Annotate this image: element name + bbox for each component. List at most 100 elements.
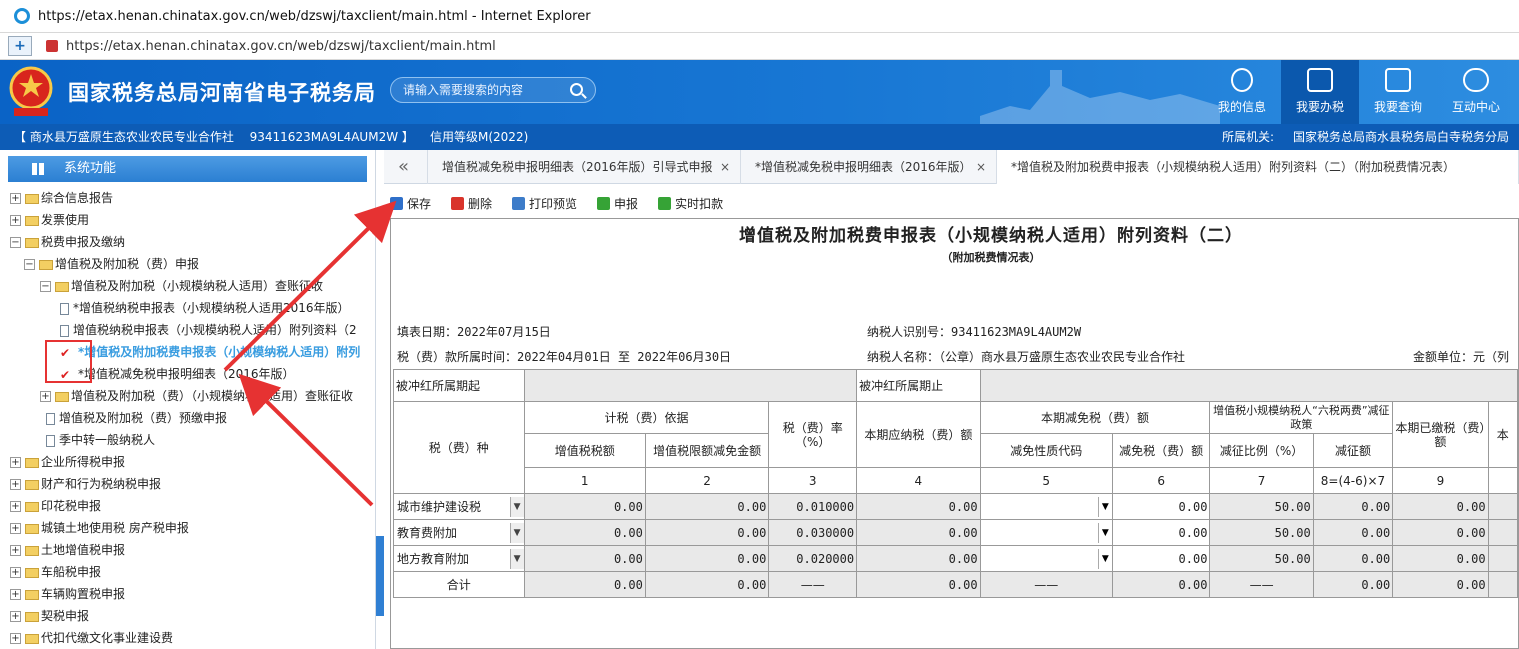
dropdown-arrow-icon[interactable]: ▼ xyxy=(1097,496,1112,517)
sidebar-item[interactable]: 增值税及附加税（费）预缴申报 xyxy=(0,407,375,429)
sidebar-item[interactable]: + 契税申报 xyxy=(0,605,375,627)
collapse-icon[interactable]: − xyxy=(24,259,35,270)
folder-icon xyxy=(25,611,39,622)
sidebar-item-label: 契税申报 xyxy=(41,609,90,623)
offset-end-value[interactable] xyxy=(979,369,1518,402)
sidebar-collapse-handle[interactable] xyxy=(376,536,384,616)
dropdown-arrow-icon[interactable]: ▼ xyxy=(1097,548,1112,569)
sidebar-item[interactable]: − 税费申报及缴纳 xyxy=(0,231,375,253)
reduction-code-select[interactable]: ▼ xyxy=(979,545,1113,572)
reduction-amount-input[interactable]: 0.00 xyxy=(1111,493,1211,520)
site-search-input[interactable]: 请输入需要搜索的内容 xyxy=(390,77,596,103)
tax-type-select[interactable]: 地方教育附加 ▼ xyxy=(393,545,525,572)
delete-button[interactable]: 删除 xyxy=(451,195,492,212)
sidebar-item[interactable]: + 代扣代缴文化事业建设费 xyxy=(0,627,375,649)
save-button[interactable]: 保存 xyxy=(390,195,431,212)
folder-icon xyxy=(25,567,39,578)
folder-icon xyxy=(25,479,39,490)
taxpayer-info-bar: 【 商水县万盛原生态农业农民专业合作社 93411623MA9L4AUM2W 】… xyxy=(0,124,1519,150)
sidebar-item-label: 车船税申报 xyxy=(41,565,102,579)
folder-icon xyxy=(55,391,69,402)
form-toolbar: 保存 删除 打印预览 申报 实时扣款 xyxy=(390,190,1519,216)
sidebar-item[interactable]: + 车船税申报 xyxy=(0,561,375,583)
nav-interaction[interactable]: 互动中心 xyxy=(1437,60,1515,124)
realtime-deduct-button[interactable]: 实时扣款 xyxy=(658,195,723,212)
sidebar-item[interactable]: *增值税纳税申报表（小规模纳税人适用2016年版） xyxy=(0,297,375,319)
close-icon[interactable]: × xyxy=(720,150,730,184)
expand-icon[interactable]: + xyxy=(10,545,21,556)
sidebar-item[interactable]: 增值税纳税申报表（小规模纳税人适用）附列资料（2 xyxy=(0,319,375,341)
tab-reduction-detail[interactable]: *增值税减免税申报明细表（2016年版） × xyxy=(741,150,997,184)
nav-my-info[interactable]: 我的信息 xyxy=(1203,60,1281,124)
collapse-icon[interactable]: − xyxy=(10,237,21,248)
vat-amount-header: 增值税税额 xyxy=(523,433,646,468)
reduction-header: 本期减免税（费）额 xyxy=(979,401,1211,434)
reduction-amount-header: 减免税（费）额 xyxy=(1111,433,1211,468)
sidebar-item[interactable]: + 车辆购置税申报 xyxy=(0,583,375,605)
reduction-amount-input[interactable]: 0.00 xyxy=(1111,545,1211,572)
credit-rating: 信用等级M(2022) xyxy=(430,130,529,144)
next-header: 本 xyxy=(1487,401,1518,468)
expand-icon[interactable]: + xyxy=(40,391,51,402)
reduction-code-select[interactable]: ▼ xyxy=(979,519,1113,546)
dropdown-arrow-icon[interactable]: ▼ xyxy=(509,496,524,517)
expand-icon[interactable]: + xyxy=(10,633,21,644)
expand-icon[interactable]: + xyxy=(10,589,21,600)
column-number-row: 1 2 3 4 5 6 7 8=(4-6)×7 9 xyxy=(394,467,1518,494)
sidebar-item[interactable]: + 土地增值税申报 xyxy=(0,539,375,561)
new-tab-icon[interactable]: + xyxy=(8,36,32,56)
declare-button[interactable]: 申报 xyxy=(597,195,638,212)
rate-header: 税（费）率（%） xyxy=(768,401,858,468)
company-info: 【 商水县万盛原生态农业农民专业合作社 93411623MA9L4AUM2W 】 xyxy=(14,130,414,144)
url-field[interactable]: https://etax.henan.chinatax.gov.cn/web/d… xyxy=(46,39,496,54)
favicon-icon xyxy=(46,40,58,52)
collapse-icon[interactable]: − xyxy=(40,281,51,292)
sidebar-item[interactable]: + 发票使用 xyxy=(0,209,375,231)
tax-type-select[interactable]: 城市维护建设税 ▼ xyxy=(393,493,525,520)
search-placeholder: 请输入需要搜索的内容 xyxy=(403,83,524,97)
save-icon xyxy=(390,196,403,210)
reduction-amount-input[interactable]: 0.00 xyxy=(1111,519,1211,546)
dropdown-arrow-icon[interactable]: ▼ xyxy=(1097,522,1112,543)
great-wall-decoration-icon xyxy=(980,70,1220,124)
sidebar-item[interactable]: + 增值税及附加税（费）（小规模纳税人适用）查账征收 xyxy=(0,385,375,407)
sidebar-item[interactable]: 季中转一般纳税人 xyxy=(0,429,375,451)
search-icon[interactable] xyxy=(570,83,583,96)
tab-guided-reduction[interactable]: 增值税减免税申报明细表（2016年版）引导式申报 × xyxy=(428,150,741,184)
annotation-highlight-box xyxy=(45,340,92,383)
sidebar-item-label: 增值税及附加税（费）申报 xyxy=(55,257,200,271)
sidebar-item[interactable]: + 财产和行为税纳税申报 xyxy=(0,473,375,495)
expand-icon[interactable]: + xyxy=(10,523,21,534)
sidebar-item[interactable]: − 增值税及附加税（费）申报 xyxy=(0,253,375,275)
offset-start-value[interactable] xyxy=(523,369,858,402)
sidebar-item[interactable]: − 增值税及附加税（小规模纳税人适用）查账征收 xyxy=(0,275,375,297)
url-text: https://etax.henan.chinatax.gov.cn/web/d… xyxy=(66,38,496,54)
expand-icon[interactable]: + xyxy=(10,611,21,622)
tax-type-select[interactable]: 教育费附加 ▼ xyxy=(393,519,525,546)
expand-icon[interactable]: + xyxy=(10,193,21,204)
expand-icon[interactable]: + xyxy=(10,215,21,226)
address-bar[interactable]: + https://etax.henan.chinatax.gov.cn/web… xyxy=(0,32,1519,60)
dropdown-arrow-icon[interactable]: ▼ xyxy=(509,522,524,543)
expand-icon[interactable]: + xyxy=(10,457,21,468)
sidebar-item-label: 代扣代缴文化事业建设费 xyxy=(41,631,174,645)
expand-icon[interactable]: + xyxy=(10,501,21,512)
reduction-code-select[interactable]: ▼ xyxy=(979,493,1113,520)
tab-surcharge-schedule[interactable]: *增值税及附加税费申报表（小规模纳税人适用）附列资料（二）（附加税费情况表） xyxy=(997,150,1519,184)
sidebar-item[interactable]: + 城镇土地使用税 房产税申报 xyxy=(0,517,375,539)
expand-icon[interactable]: + xyxy=(10,567,21,578)
close-icon[interactable]: × xyxy=(976,150,986,184)
chat-icon xyxy=(1463,68,1489,92)
sidebar-item-label: *增值税及附加税费申报表（小规模纳税人适用）附列 xyxy=(78,345,361,359)
sidebar-item[interactable]: + 综合信息报告 xyxy=(0,187,375,209)
sidebar-item[interactable]: + 印花税申报 xyxy=(0,495,375,517)
sidebar: 系统功能 + 综合信息报告 + 发票使用 − 税费申报及缴纳 − 增值税及附加税（费）申报 − 增… xyxy=(0,150,376,649)
nav-do-tax[interactable]: 我要办税 xyxy=(1281,60,1359,124)
sidebar-header[interactable]: 系统功能 xyxy=(8,156,367,182)
tab-scroll-left-icon[interactable]: « xyxy=(384,150,428,184)
expand-icon[interactable]: + xyxy=(10,479,21,490)
nav-query[interactable]: 我要查询 xyxy=(1359,60,1437,124)
print-preview-button[interactable]: 打印预览 xyxy=(512,195,577,212)
sidebar-item[interactable]: + 企业所得税申报 xyxy=(0,451,375,473)
dropdown-arrow-icon[interactable]: ▼ xyxy=(509,548,524,569)
